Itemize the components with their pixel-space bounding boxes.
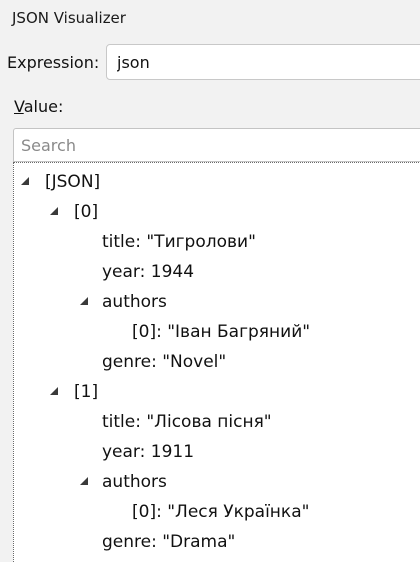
tree-node-genre[interactable]: genre: "Drama" [102,527,235,557]
value-label-text: alue: [23,97,64,116]
expression-input[interactable] [106,44,420,80]
tree-node-title[interactable]: title: "Тигролови" [102,227,256,257]
tree-node-item-0[interactable]: [0] [74,197,98,227]
expand-triangle-icon[interactable] [50,207,58,215]
tree-node-root[interactable]: [JSON] [45,167,100,197]
tree-node-author[interactable]: [0]: "Леся Українка" [132,497,309,527]
tree-node-author[interactable]: [0]: "Іван Багряний" [132,317,310,347]
window-title: JSON Visualizer [12,9,126,27]
expand-triangle-icon[interactable] [21,177,29,185]
expression-label: Expression: [7,53,100,72]
expand-triangle-icon[interactable] [80,297,88,305]
value-label: Value: [14,97,63,117]
tree-node-authors[interactable]: authors [102,467,167,497]
json-visualizer-window: JSON Visualizer Expression: Value: [JSON… [0,0,420,562]
tree-node-genre[interactable]: genre: "Novel" [102,347,226,377]
value-label-accesskey: V [14,97,24,116]
tree-node-year[interactable]: year: 1944 [102,257,194,287]
tree-node-year[interactable]: year: 1911 [102,437,194,467]
tree-node-item-1[interactable]: [1] [74,377,98,407]
tree-node-authors[interactable]: authors [102,287,167,317]
search-input[interactable] [13,128,420,162]
tree-node-title[interactable]: title: "Лісова пісня" [102,407,272,437]
expand-triangle-icon[interactable] [50,387,58,395]
expand-triangle-icon[interactable] [80,477,88,485]
json-tree-view[interactable]: [JSON] [0] title: "Тигролови" year: 1944… [13,162,420,562]
